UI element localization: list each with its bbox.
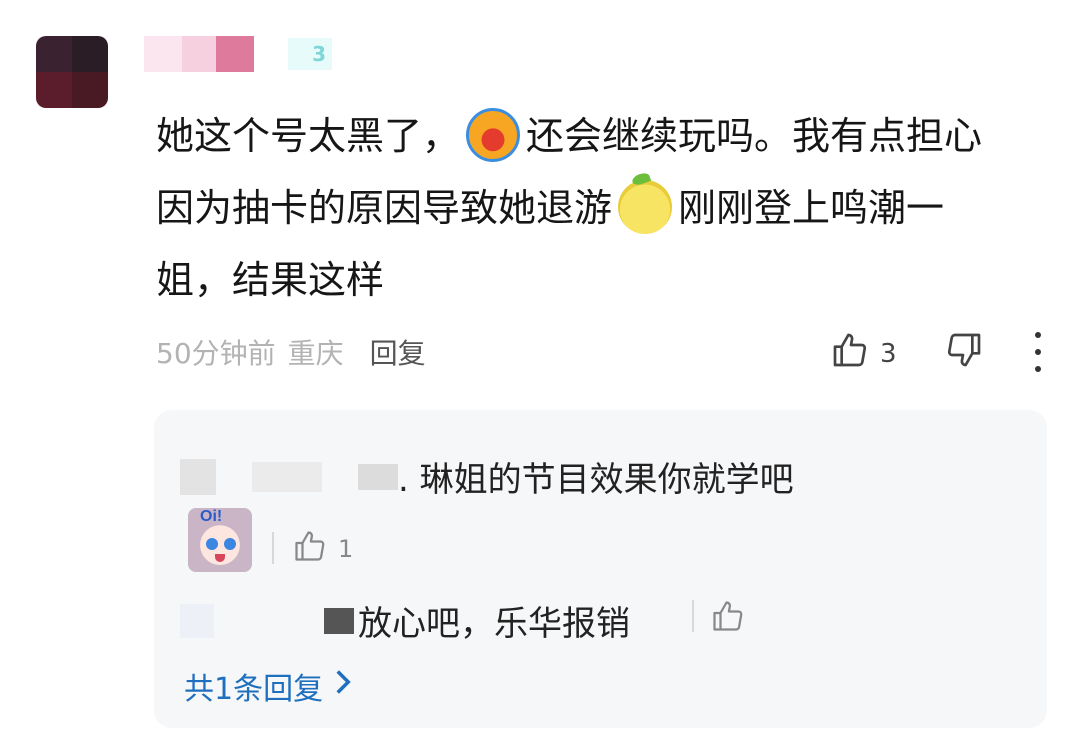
- replies-panel: . 琳姐的节目效果你就学吧 Oi! 1 放心吧，乐华报销 共1条回复: [154, 410, 1047, 728]
- comment-meta: 50分钟前 重庆 回复: [156, 332, 426, 372]
- comment-body: 她这个号太黑了， 还会继续玩吗。我有点担心 因为抽卡的原因导致她退游 刚刚登上鸣潮一…: [156, 100, 1056, 316]
- comment-line-1: 她这个号太黑了， 还会继续玩吗。我有点担心: [156, 100, 1056, 172]
- reply-1-like-button[interactable]: 1: [292, 528, 353, 570]
- username-blurred[interactable]: [144, 36, 254, 72]
- like-button[interactable]: 3: [830, 330, 897, 377]
- chevron-right-icon: [333, 668, 353, 704]
- worried-pear-icon: [618, 179, 673, 234]
- user-level-badge: 3: [288, 38, 332, 70]
- sticker-oi-text: Oi!: [200, 508, 223, 525]
- comment-location: 重庆: [287, 337, 344, 370]
- reply-1-like-count: 1: [338, 535, 354, 563]
- divider: [272, 532, 274, 564]
- crying-face-icon: [466, 107, 521, 162]
- reply-1-text: . 琳姐的节目效果你就学吧: [398, 460, 794, 500]
- divider: [692, 600, 694, 632]
- comment-time: 50分钟前: [156, 337, 276, 370]
- comment-line-3: 姐，结果这样: [156, 258, 385, 302]
- reply-1-username-blurred[interactable]: [180, 458, 216, 495]
- view-all-replies-label: 共1条回复: [184, 672, 324, 707]
- view-all-replies-link[interactable]: 共1条回复: [184, 664, 353, 708]
- reply-button[interactable]: 回复: [370, 332, 426, 372]
- like-count: 3: [880, 338, 897, 369]
- thumbs-up-icon: [710, 601, 746, 638]
- thumbs-up-icon: [830, 330, 870, 377]
- thumbs-up-icon: [292, 528, 328, 570]
- reply-2-like-button[interactable]: [710, 598, 746, 638]
- more-options-icon[interactable]: [1030, 332, 1046, 372]
- reply-sticker-image[interactable]: Oi!: [188, 508, 252, 572]
- reply-2-username-blurred[interactable]: [180, 603, 214, 638]
- reply-2-text: 放心吧，乐华报销: [358, 604, 630, 644]
- level-number: 3: [312, 42, 326, 66]
- reply-item-1: . 琳姐的节目效果你就学吧: [180, 452, 794, 501]
- user-avatar[interactable]: [36, 36, 108, 108]
- comment-line-2: 因为抽卡的原因导致她退游 刚刚登上鸣潮一: [156, 172, 1056, 244]
- thumbs-down-button[interactable]: [944, 330, 984, 374]
- thumbs-down-icon: [944, 333, 984, 374]
- reply-item-2: 放心吧，乐华报销: [180, 596, 630, 645]
